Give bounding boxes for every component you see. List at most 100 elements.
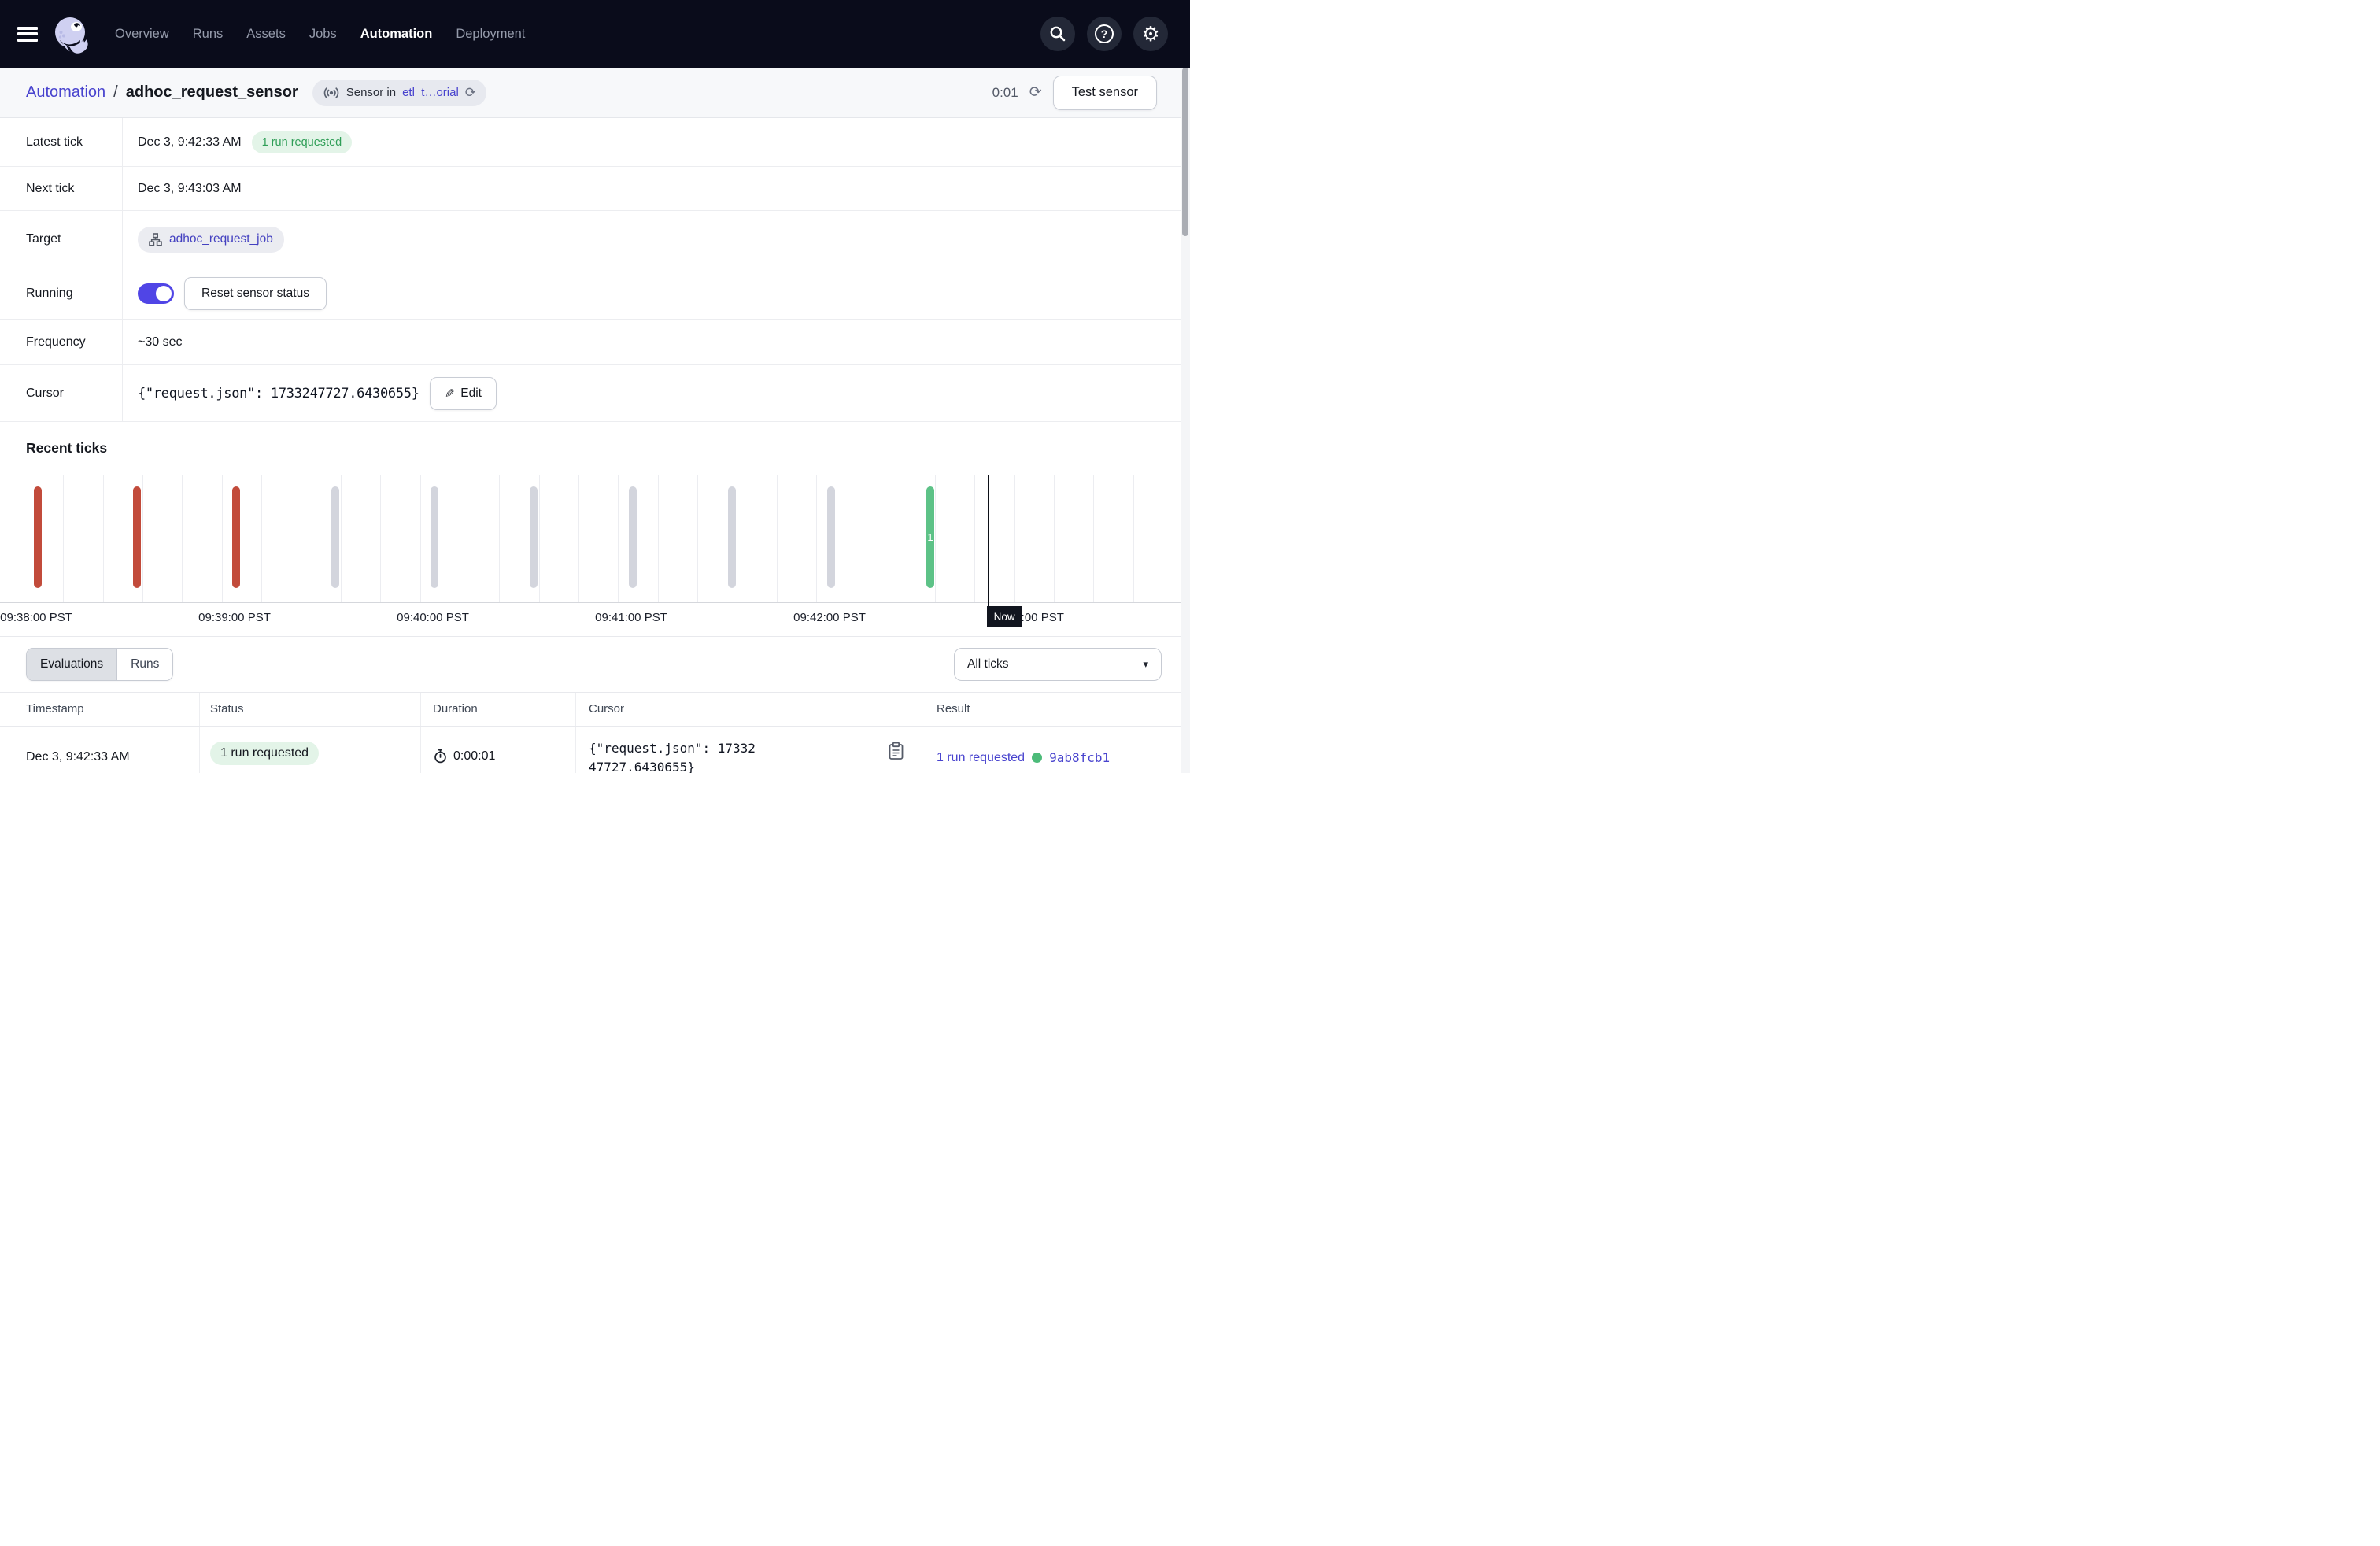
tick-bar-skipped[interactable] xyxy=(629,486,637,588)
col-header-timestamp: Timestamp xyxy=(26,702,84,716)
ticks-chart[interactable]: 1 xyxy=(0,475,1190,603)
search-button[interactable] xyxy=(1040,17,1075,51)
nav-item-jobs[interactable]: Jobs xyxy=(309,27,337,42)
nav-item-assets[interactable]: Assets xyxy=(246,27,286,42)
chart-gridline xyxy=(578,475,579,602)
help-button[interactable]: ? xyxy=(1087,17,1122,51)
target-label: Target xyxy=(0,211,123,268)
chart-gridline xyxy=(1133,475,1134,602)
menu-icon[interactable] xyxy=(17,27,38,42)
scrollbar-track[interactable] xyxy=(1181,68,1190,773)
tick-bar-failure[interactable] xyxy=(133,486,141,588)
dagster-logo[interactable] xyxy=(50,13,91,54)
reload-location-icon[interactable]: ⟳ xyxy=(465,86,476,99)
sensor-icon xyxy=(323,84,340,102)
tick-bar-failure[interactable] xyxy=(34,486,42,588)
nav-item-automation[interactable]: Automation xyxy=(360,27,433,42)
breadcrumb-bar: Automation / adhoc_request_sensor Sensor… xyxy=(0,68,1190,118)
stopwatch-icon xyxy=(433,749,448,764)
tick-filter-value: All ticks xyxy=(967,657,1009,671)
tab-runs[interactable]: Runs xyxy=(117,649,172,680)
axis-tick-label: 09:42:00 PST xyxy=(793,611,866,624)
tick-bar-skipped[interactable] xyxy=(728,486,736,588)
gear-icon: ⚙ xyxy=(1141,24,1159,44)
evaluations-controls: Evaluations Runs All ticks ▾ xyxy=(0,637,1190,692)
frequency-value: ~30 sec xyxy=(138,335,182,350)
frequency-label: Frequency xyxy=(0,320,123,364)
edit-cursor-button[interactable]: ✎ Edit xyxy=(430,377,497,410)
chart-gridline xyxy=(341,475,342,602)
axis-tick-label: 09:38:00 PST xyxy=(0,611,72,624)
row-status-badge: 1 run requested xyxy=(210,742,319,765)
cursor-label: Cursor xyxy=(0,365,123,421)
tick-filter-select[interactable]: All ticks ▾ xyxy=(954,648,1162,681)
next-tick-label: Next tick xyxy=(0,167,123,210)
breadcrumb-automation-link[interactable]: Automation xyxy=(26,83,105,102)
axis-tick-label: 09:41:00 PST xyxy=(595,611,667,624)
row-cursor: {"request.json": 1733247727.6430655} xyxy=(589,739,758,773)
run-id-link[interactable]: 9ab8fcb1 xyxy=(1049,750,1110,765)
recent-ticks-title: Recent ticks xyxy=(0,422,1190,458)
latest-tick-status-badge: 1 run requested xyxy=(252,131,353,153)
tick-bar-success[interactable]: 1 xyxy=(926,486,934,588)
ticks-chart-zone: 1 09:38:00 PST09:39:00 PST09:40:00 PST09… xyxy=(0,475,1190,636)
row-duration-value: 0:00:01 xyxy=(453,749,495,764)
col-header-duration: Duration xyxy=(433,702,478,716)
sensor-location-badge: Sensor in etl_t…orial ⟳ xyxy=(312,80,486,106)
target-row: Target adhoc_request_job xyxy=(0,211,1190,268)
col-header-result: Result xyxy=(937,702,970,716)
copy-cursor-icon[interactable] xyxy=(888,742,904,760)
run-status-dot xyxy=(1032,753,1042,763)
tick-bar-failure[interactable] xyxy=(232,486,240,588)
chart-gridline xyxy=(1054,475,1055,602)
settings-button[interactable]: ⚙ xyxy=(1133,17,1168,51)
evaluations-table: Timestamp Status Duration Cursor Result … xyxy=(0,692,1190,773)
edit-cursor-label: Edit xyxy=(460,386,482,401)
nav-actions: ? ⚙ xyxy=(1040,17,1190,51)
cursor-value: {"request.json": 1733247727.6430655} xyxy=(138,386,419,401)
top-nav: Overview Runs Assets Jobs Automation Deployme… xyxy=(0,0,1190,68)
frequency-row: Frequency ~30 sec xyxy=(0,320,1190,365)
next-tick-value: Dec 3, 9:43:03 AM xyxy=(138,182,242,196)
scrollbar-thumb[interactable] xyxy=(1182,68,1188,236)
chart-gridline xyxy=(935,475,936,602)
target-job-link[interactable]: adhoc_request_job xyxy=(138,227,284,253)
sensor-detail-page: Overview Runs Assets Jobs Automation Deployme… xyxy=(0,0,1190,773)
running-toggle[interactable] xyxy=(138,283,174,304)
evaluations-runs-tabs: Evaluations Runs xyxy=(26,648,173,681)
tab-evaluations[interactable]: Evaluations xyxy=(27,649,117,680)
sensor-details: Latest tick Dec 3, 9:42:33 AM 1 run requ… xyxy=(0,118,1190,422)
chart-gridline xyxy=(697,475,698,602)
sensor-name: adhoc_request_sensor xyxy=(126,83,298,102)
search-icon xyxy=(1048,24,1067,43)
col-header-cursor: Cursor xyxy=(589,702,624,716)
breadcrumb-separator: / xyxy=(113,83,118,102)
test-sensor-button[interactable]: Test sensor xyxy=(1053,76,1157,110)
tick-bar-skipped[interactable] xyxy=(331,486,339,588)
tick-bar-skipped[interactable] xyxy=(530,486,538,588)
running-row: Running Reset sensor status xyxy=(0,268,1190,320)
code-location-link[interactable]: etl_t…orial xyxy=(402,86,459,99)
reset-sensor-status-button[interactable]: Reset sensor status xyxy=(184,277,327,310)
recent-ticks-section: Recent ticks 1 09:38:00 PST09:39:00 PST0… xyxy=(0,422,1190,637)
tick-bar-skipped[interactable] xyxy=(827,486,835,588)
nav-item-deployment[interactable]: Deployment xyxy=(456,27,525,42)
job-graph-icon xyxy=(149,233,162,246)
row-result: 1 run requested 9ab8fcb1 xyxy=(937,750,1110,765)
nav-item-runs[interactable]: Runs xyxy=(193,27,224,42)
refresh-icon[interactable]: ⟳ xyxy=(1029,85,1042,100)
now-marker-tooltip: Now xyxy=(987,606,1022,627)
row-duration: 0:00:01 xyxy=(433,749,495,764)
tick-bar-skipped[interactable] xyxy=(431,486,438,588)
chart-gridline xyxy=(1014,475,1015,602)
chart-gridline xyxy=(658,475,659,602)
nav-item-overview[interactable]: Overview xyxy=(115,27,169,42)
chart-gridline xyxy=(777,475,778,602)
chart-gridline xyxy=(182,475,183,602)
chart-gridline xyxy=(63,475,64,602)
result-runs-link[interactable]: 1 run requested xyxy=(937,751,1025,765)
latest-tick-label: Latest tick xyxy=(0,118,123,166)
axis-tick-label: 09:40:00 PST xyxy=(397,611,469,624)
chart-gridline xyxy=(618,475,619,602)
row-timestamp: Dec 3, 9:42:33 AM xyxy=(26,750,130,764)
